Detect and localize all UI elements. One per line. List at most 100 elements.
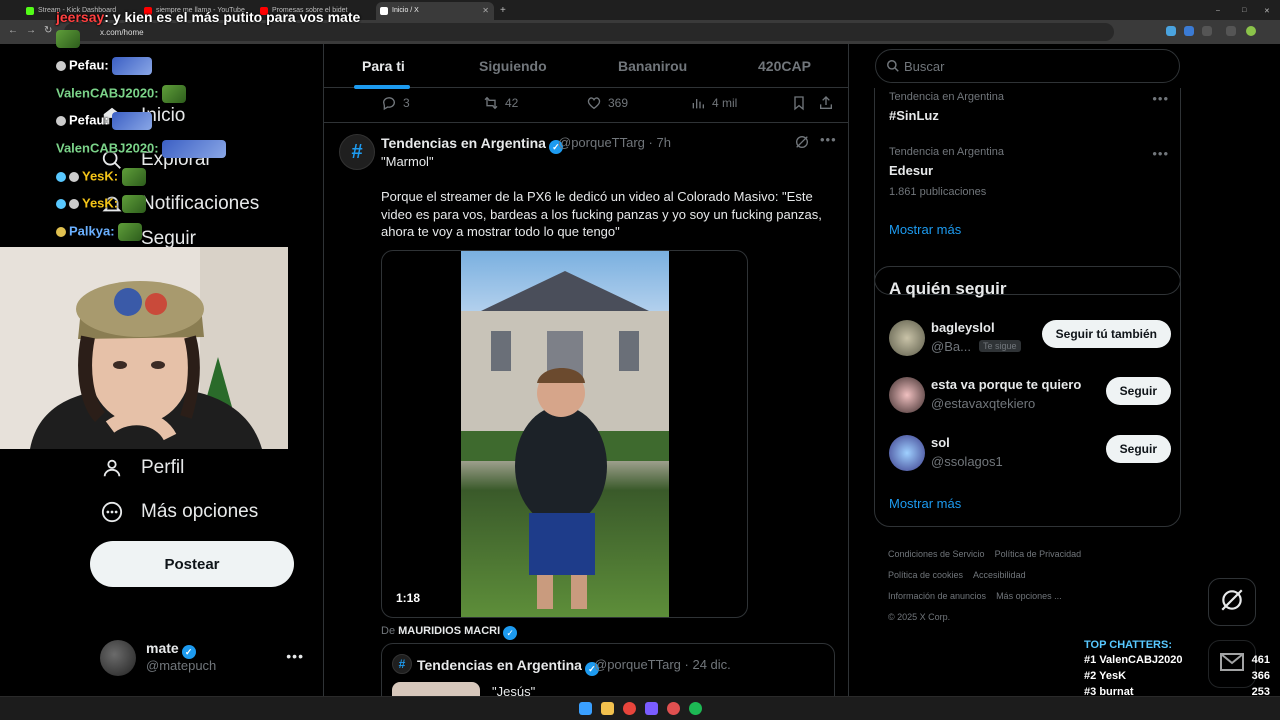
- tab-420cap[interactable]: 420CAP: [758, 58, 811, 74]
- reload-icon[interactable]: ↻: [44, 25, 52, 36]
- trend-item[interactable]: Tendencia en Argentina #SinLuz •••: [889, 91, 1169, 123]
- copyright: © 2025 X Corp.: [888, 612, 951, 622]
- follows-you-badge: Te sigue: [979, 340, 1021, 352]
- quote-thumbnail: [392, 682, 480, 696]
- trends-panel: Tendencia en Argentina #SinLuz ••• Tende…: [874, 88, 1181, 295]
- reply-button[interactable]: 3: [381, 95, 410, 111]
- extension-icon[interactable]: [1166, 26, 1176, 36]
- tab-siguiendo[interactable]: Siguiendo: [479, 58, 547, 74]
- show-more-follow-link[interactable]: Mostrar más: [889, 496, 961, 511]
- trend-item[interactable]: Tendencia en Argentina Edesur 1.861 publ…: [889, 146, 1169, 198]
- bookmark-button[interactable]: [791, 95, 813, 111]
- heart-icon: [587, 97, 601, 110]
- close-window-icon[interactable]: ✕: [1262, 2, 1276, 20]
- tab-bananirou[interactable]: Bananirou: [618, 58, 687, 74]
- extension-icon[interactable]: [1184, 26, 1194, 36]
- who-to-follow-panel: A quién seguir bagleyslol @Ba... Te sigu…: [874, 266, 1181, 527]
- quote-author-handle: @porqueTTarg · 24 dic.: [594, 657, 731, 672]
- footer-link[interactable]: Más opciones ...: [996, 591, 1062, 601]
- forward-icon[interactable]: →: [26, 25, 36, 36]
- more-icon[interactable]: •••: [1152, 146, 1169, 161]
- badge-icon: [56, 116, 66, 126]
- tab-para-ti[interactable]: Para ti: [362, 58, 405, 74]
- active-tab-indicator: [354, 85, 410, 89]
- repost-icon: [484, 96, 498, 110]
- quote-avatar: #: [392, 654, 412, 674]
- emote-icon: [121, 168, 146, 186]
- search-placeholder: Buscar: [904, 59, 945, 74]
- show-more-trends-link[interactable]: Mostrar más: [889, 222, 961, 237]
- more-icon[interactable]: •••: [1152, 91, 1169, 106]
- tweet-video[interactable]: 1:18: [381, 250, 748, 618]
- minimize-icon[interactable]: –: [1214, 2, 1228, 20]
- emote-icon: [121, 195, 146, 213]
- chat-line: Pefau:: [56, 112, 153, 130]
- tweet-title: "Marmol": [381, 154, 434, 169]
- post-button[interactable]: Postear: [90, 541, 294, 587]
- follow-button[interactable]: Seguir: [1105, 377, 1171, 405]
- windows-start-icon[interactable]: [579, 702, 592, 715]
- timeline: Para ti Siguiendo Bananirou 420CAP 3 42 …: [323, 44, 849, 696]
- views-button[interactable]: 4 mil: [690, 95, 737, 111]
- footer-links: Condiciones de Servicio Política de Priva…: [888, 544, 1168, 628]
- nav-more-options[interactable]: Más opciones: [100, 494, 258, 530]
- video-frame: [461, 251, 669, 617]
- extension-icon[interactable]: [1226, 26, 1236, 36]
- badge-icon: [69, 199, 79, 209]
- chat-message: jeersay: y kien es el más putito para vo…: [56, 9, 361, 25]
- follow-suggestion[interactable]: esta va porque te quiero @estavaxqtekier…: [889, 377, 1171, 417]
- footer-link[interactable]: Información de anuncios: [888, 591, 986, 601]
- maximize-icon[interactable]: □: [1240, 2, 1254, 20]
- bookmark-icon: [794, 96, 804, 111]
- badge-icon: [56, 172, 66, 182]
- file-explorer-icon[interactable]: [601, 702, 614, 715]
- tweet-author-name[interactable]: Tendencias en Argentina ✓: [381, 135, 563, 154]
- nav-profile[interactable]: Perfil: [100, 450, 184, 486]
- tweet-author-handle[interactable]: @porqueTTarg · 7h: [558, 135, 671, 150]
- app-icon[interactable]: [667, 702, 680, 715]
- spotify-icon[interactable]: [689, 702, 702, 715]
- more-icon[interactable]: •••: [286, 648, 304, 664]
- taskbar: [0, 696, 1280, 720]
- chrome-icon[interactable]: [623, 702, 636, 715]
- account-name: mate ✓: [146, 640, 196, 659]
- grok-icon[interactable]: [794, 134, 810, 150]
- tweet-avatar[interactable]: #: [339, 134, 375, 170]
- quote-attribution: De MAURIDIOS MACRI ✓: [381, 625, 518, 640]
- badge-icon: [69, 172, 79, 182]
- quoted-tweet[interactable]: # Tendencias en Argentina ✓ @porqueTTarg …: [381, 643, 835, 696]
- more-icon[interactable]: •••: [820, 132, 837, 147]
- like-button[interactable]: 369: [586, 95, 628, 111]
- reply-icon: [382, 97, 395, 111]
- footer-link[interactable]: Política de Privacidad: [995, 549, 1082, 559]
- kick-icon: [26, 7, 34, 15]
- repost-button[interactable]: 42: [483, 95, 518, 111]
- account-switcher[interactable]: mate ✓ @matepuch •••: [100, 638, 310, 678]
- emote-icon: [56, 30, 80, 48]
- follow-suggestion[interactable]: sol @ssolagos1 Seguir: [889, 435, 1171, 475]
- close-icon[interactable]: ✕: [482, 6, 489, 15]
- app-icon[interactable]: [645, 702, 658, 715]
- emote-icon: [112, 112, 153, 130]
- profile-avatar[interactable]: [1246, 26, 1256, 36]
- badge-icon: [56, 199, 66, 209]
- back-icon[interactable]: ←: [8, 25, 18, 36]
- emote-icon: [118, 223, 143, 241]
- search-input[interactable]: Buscar: [875, 49, 1180, 83]
- follow-suggestion[interactable]: bagleyslol @Ba... Te sigue Seguir tú tam…: [889, 320, 1171, 360]
- quote-author-name: Tendencias en Argentina ✓: [417, 657, 599, 676]
- follow-button[interactable]: Seguir: [1105, 435, 1171, 463]
- share-button[interactable]: [818, 95, 840, 111]
- browser-tab-active[interactable]: Inicio / X ✕: [376, 2, 494, 20]
- follow-back-button[interactable]: Seguir tú también: [1041, 320, 1171, 348]
- footer-link[interactable]: Política de cookies: [888, 570, 963, 580]
- new-tab-button[interactable]: +: [496, 2, 512, 20]
- footer-link[interactable]: Accesibilidad: [973, 570, 1026, 580]
- footer-link[interactable]: Condiciones de Servicio: [888, 549, 985, 559]
- webcam-image: [0, 247, 288, 449]
- extension-icon[interactable]: [1202, 26, 1212, 36]
- grok-button[interactable]: [1208, 578, 1256, 626]
- url-input[interactable]: x.com/home: [64, 23, 1114, 41]
- more-icon: [100, 500, 124, 524]
- top-chatter-row: #2 YesK 366: [1084, 670, 1270, 682]
